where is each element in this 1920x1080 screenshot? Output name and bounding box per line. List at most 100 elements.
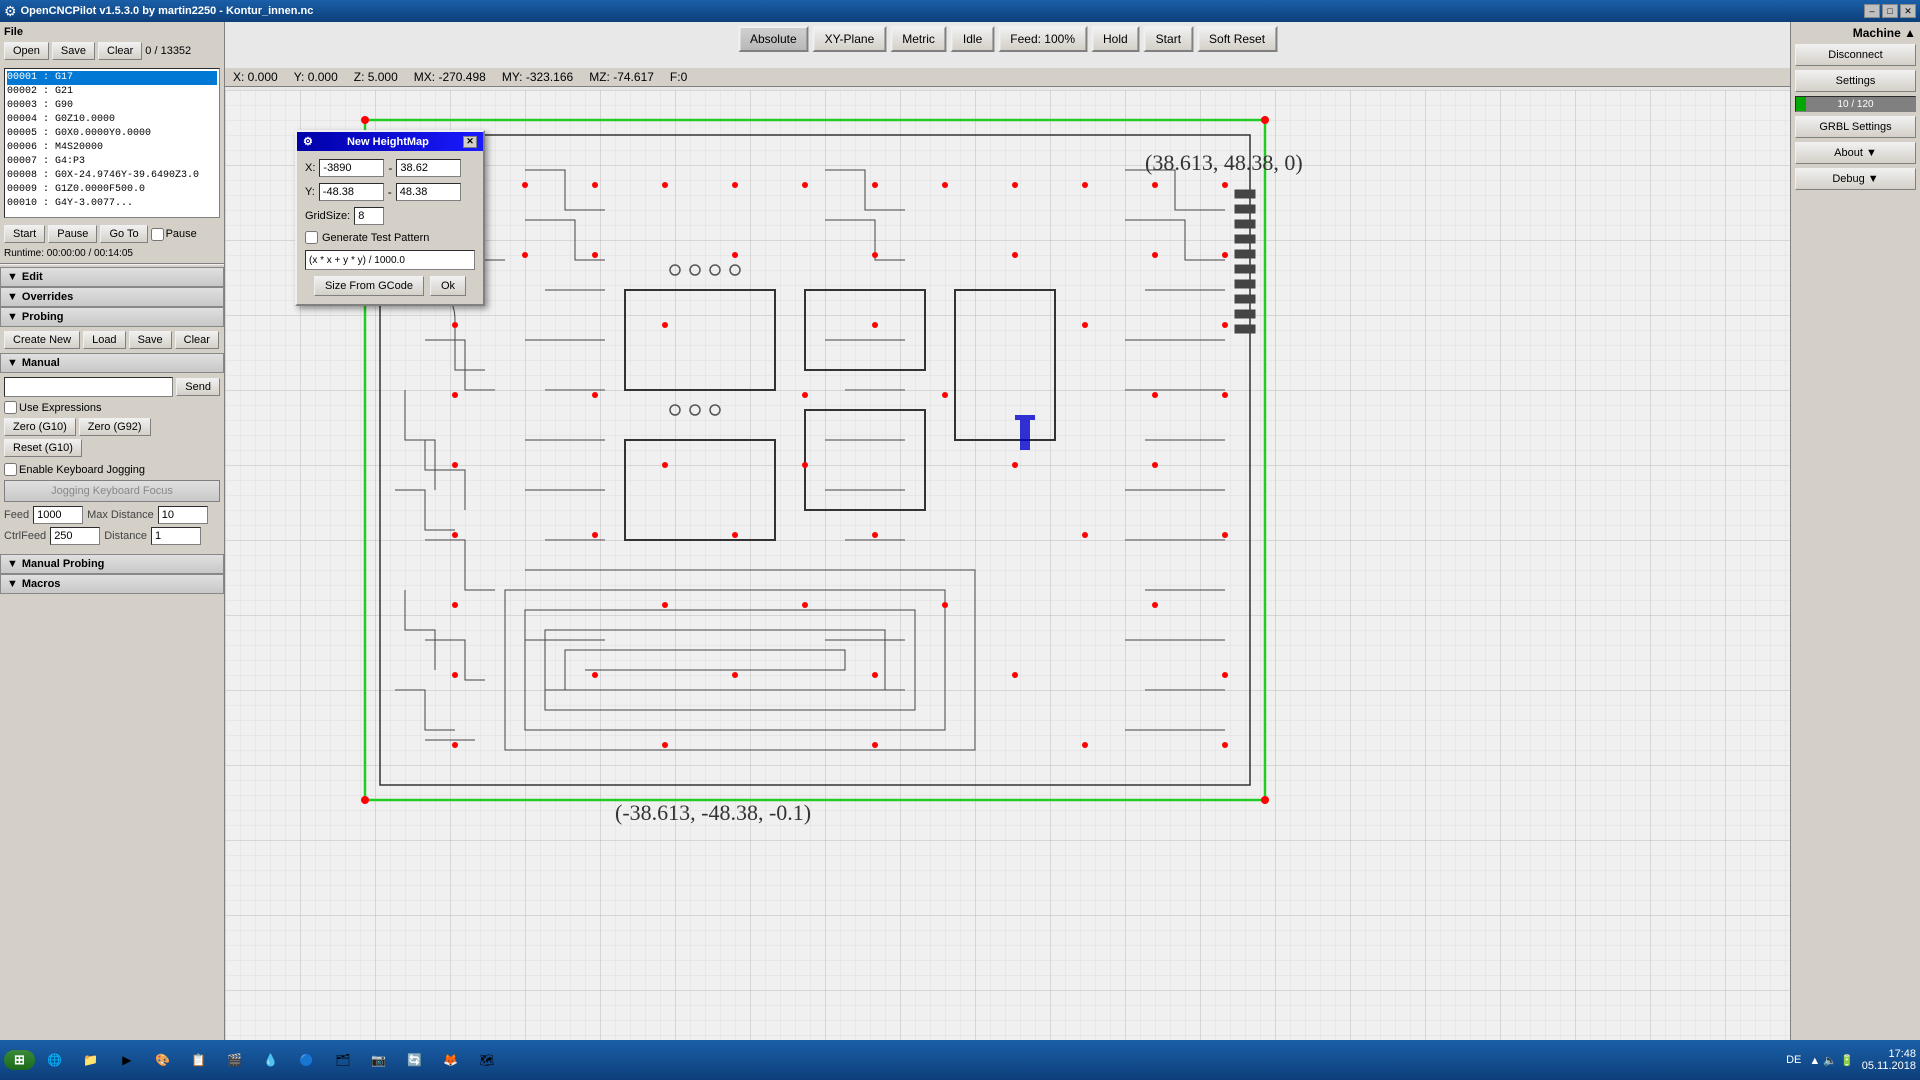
macros-header[interactable]: ▼ Macros [0,574,224,594]
disconnect-button[interactable]: Disconnect [1795,44,1916,66]
x-max-input[interactable] [396,159,461,177]
new-heightmap-dialog[interactable]: ⚙ New HeightMap ✕ X: - Y: - GridSize: [295,130,485,306]
goto-button[interactable]: Go To [100,225,147,243]
code-line-9[interactable]: 00009 : G1Z0.0000F500.0 [7,183,217,197]
top-toolbar: Absolute XY-Plane Metric Idle Feed: 100%… [738,26,1277,52]
svg-text:(-38.613, -48.38, -0.1): (-38.613, -48.38, -0.1) [615,800,811,825]
start-menu-button[interactable]: ⊞ [4,1050,35,1070]
x-min-input[interactable] [319,159,384,177]
taskbar-icon-explorer[interactable]: 📁 [75,1044,107,1076]
y-min-input[interactable] [319,183,384,201]
max-dist-input[interactable] [158,506,208,524]
y-max-input[interactable] [396,183,461,201]
pause-checkbox[interactable] [151,228,164,241]
send-button[interactable]: Send [176,378,220,396]
use-expressions-label[interactable]: Use Expressions [4,401,220,414]
settings-button[interactable]: Settings [1795,70,1916,92]
send-input[interactable] [4,377,173,397]
code-line-1[interactable]: 00001 : G17 [7,71,217,85]
taskbar-icon-media[interactable]: ▶ [111,1044,143,1076]
code-line-6[interactable]: 00006 : M4S20000 [7,141,217,155]
title-bar: ⚙ OpenCNCPilot v1.5.3.0 by martin2250 - … [0,0,1920,22]
code-line-2[interactable]: 00002 : G21 [7,85,217,99]
feed-button[interactable]: Feed: 100% [998,26,1087,52]
generate-test-row: Generate Test Pattern [305,231,475,244]
ok-button[interactable]: Ok [430,276,466,296]
code-line-8[interactable]: 00008 : G0X-24.9746Y-39.6490Z3.0 [7,169,217,183]
feed-input[interactable] [33,506,83,524]
maximize-button[interactable]: □ [1882,4,1898,18]
open-button[interactable]: Open [4,42,49,60]
dialog-title-bar[interactable]: ⚙ New HeightMap ✕ [297,132,483,151]
code-line-10[interactable]: 00010 : G4Y-3.0077... [7,197,217,211]
taskbar-icon-opera[interactable]: 🦊 [435,1044,467,1076]
close-button[interactable]: ✕ [1900,4,1916,18]
gridsize-input[interactable] [354,207,384,225]
ctrl-feed-input[interactable] [50,527,100,545]
reset-g10-button[interactable]: Reset (G10) [4,439,82,457]
code-editor[interactable]: 00001 : G17 00002 : G21 00003 : G90 0000… [4,68,220,218]
manual-probing-label: Manual Probing [22,558,105,570]
probing-section-header[interactable]: ▼ Probing [0,307,224,327]
idle-button[interactable]: Idle [951,26,994,52]
taskbar-icon-update[interactable]: 🔄 [399,1044,431,1076]
pause-checkbox-label[interactable]: Pause [151,228,197,241]
start-button[interactable]: Start [4,225,45,243]
probing-clear-button[interactable]: Clear [175,331,219,349]
save-button[interactable]: Save [52,42,95,60]
minimize-button[interactable]: – [1864,4,1880,18]
zero-g92-button[interactable]: Zero (G92) [79,418,151,436]
xy-plane-button[interactable]: XY-Plane [813,26,887,52]
dialog-close-button[interactable]: ✕ [463,136,477,148]
formula-input[interactable] [305,250,475,270]
soft-reset-button[interactable]: Soft Reset [1197,26,1277,52]
dialog-title-text: New HeightMap [347,136,429,148]
taskbar-icon-misc1[interactable]: 🗂 [327,1044,359,1076]
x-dash: - [388,161,392,175]
start-toolbar-button[interactable]: Start [1144,26,1193,52]
taskbar-icon-camera[interactable]: 📷 [363,1044,395,1076]
zero-g10-button[interactable]: Zero (G10) [4,418,76,436]
create-new-button[interactable]: Create New [4,331,80,349]
taskbar-icon-browser[interactable]: 🌐 [39,1044,71,1076]
absolute-button[interactable]: Absolute [738,26,809,52]
enable-kb-jogging-checkbox[interactable] [4,463,17,476]
debug-button[interactable]: Debug ▼ [1795,168,1916,190]
generate-test-checkbox[interactable] [305,231,318,244]
grbl-settings-button[interactable]: GRBL Settings [1795,116,1916,138]
taskbar-icon-lightroom[interactable]: 💧 [255,1044,287,1076]
manual-section-header[interactable]: ▼ Manual [0,353,224,373]
taskbar-icon-maps[interactable]: 🗺 [471,1044,503,1076]
feed-row: Feed Max Distance [4,506,220,524]
overrides-arrow: ▼ [7,291,18,303]
manual-probing-header[interactable]: ▼ Manual Probing [0,554,224,574]
metric-button[interactable]: Metric [890,26,947,52]
size-from-gcode-button[interactable]: Size From GCode [314,276,424,296]
load-button[interactable]: Load [83,331,125,349]
right-panel: Machine ▲ Disconnect Settings 10 / 120 G… [1790,22,1920,1080]
probing-save-button[interactable]: Save [129,331,172,349]
gridsize-label: GridSize: [305,210,350,222]
enable-kb-jogging-label[interactable]: Enable Keyboard Jogging [4,463,220,476]
taskbar-icon-premiere[interactable]: 🎬 [219,1044,251,1076]
jogging-keyboard-focus-button[interactable]: Jogging Keyboard Focus [4,480,220,502]
code-line-4[interactable]: 00004 : G0Z10.0000 [7,113,217,127]
code-line-3[interactable]: 00003 : G90 [7,99,217,113]
taskbar-icon-photoshop[interactable]: 🔵 [291,1044,323,1076]
pause-button[interactable]: Pause [48,225,97,243]
clear-button[interactable]: Clear [98,42,142,60]
use-expressions-checkbox[interactable] [4,401,17,414]
taskbar-icon-art[interactable]: 🎨 [147,1044,179,1076]
taskbar-icon-word[interactable]: 📋 [183,1044,215,1076]
coords-bar: X: 0.000 Y: 0.000 Z: 5.000 MX: -270.498 … [225,68,1790,87]
overrides-section-header[interactable]: ▼ Overrides [0,287,224,307]
probing-label: Probing [22,311,64,323]
control-buttons: Start Pause Go To Pause [0,222,224,246]
clock-time: 17:48 [1862,1048,1916,1060]
code-line-5[interactable]: 00005 : G0X0.0000Y0.0000 [7,127,217,141]
hold-button[interactable]: Hold [1091,26,1140,52]
dist-input[interactable] [151,527,201,545]
code-line-7[interactable]: 00007 : G4:P3 [7,155,217,169]
about-button[interactable]: About ▼ [1795,142,1916,164]
edit-section-header[interactable]: ▼ Edit [0,267,224,287]
